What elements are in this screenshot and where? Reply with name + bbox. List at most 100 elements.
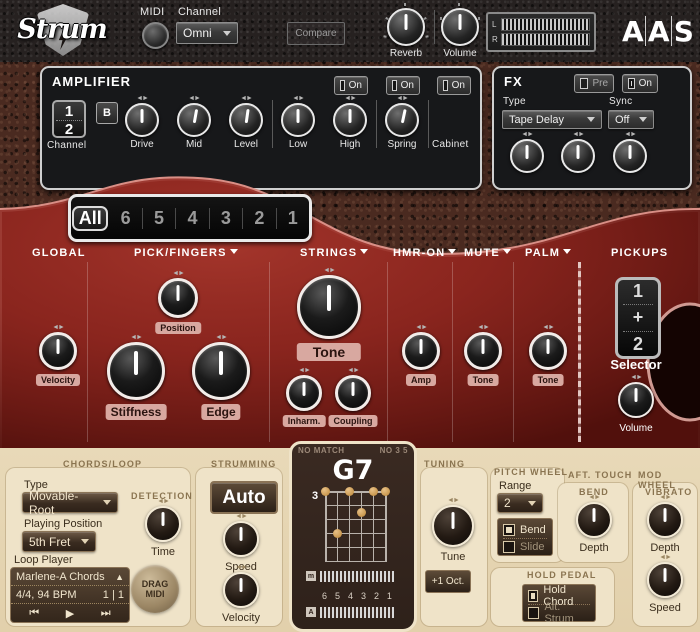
- pitch-bend-option[interactable]: Bend: [503, 522, 547, 538]
- meter-right-label: R: [492, 35, 498, 44]
- string-num-2: 2: [373, 591, 379, 601]
- pitch-range-value: 2: [504, 496, 511, 510]
- octave-up-button[interactable]: +1 Oct.: [425, 570, 471, 593]
- fx-on-toggle[interactable]: On: [622, 74, 658, 93]
- amp-high-label: High: [339, 139, 361, 150]
- playing-position-value: 5th Fret: [29, 534, 71, 549]
- loop-eject-icon[interactable]: ▲: [115, 572, 124, 582]
- compare-button[interactable]: Compare: [287, 22, 345, 45]
- fx-on-label: On: [638, 78, 652, 89]
- playing-position-label: Playing Position: [24, 518, 103, 530]
- string-selector-item-2[interactable]: 2: [243, 207, 277, 229]
- amp-spring-on-toggle[interactable]: On: [386, 76, 420, 95]
- logo-text: Strum: [17, 14, 107, 45]
- checkbox-icon: [528, 607, 540, 619]
- amp-spring-on-label: On: [400, 80, 414, 91]
- string-selector[interactable]: All 6 5 4 3 2 1: [68, 194, 312, 242]
- string-selector-item-5[interactable]: 5: [143, 207, 177, 229]
- divider: [434, 10, 435, 44]
- playing-position-select[interactable]: 5th Fret: [22, 531, 96, 552]
- string-selector-item-3[interactable]: 3: [210, 207, 244, 229]
- chord-type-select[interactable]: Movable-Root: [22, 489, 118, 517]
- fx-pre-toggle[interactable]: Pre: [574, 74, 614, 93]
- pitch-bend-label: Bend: [520, 524, 546, 536]
- chord-display: NO MATCH NO 3 5 G7 3 m 6 5 4 3 2 1 A: [289, 441, 417, 632]
- mod-wheel-speed-label: Speed: [649, 602, 681, 614]
- fx-sync-select[interactable]: Off: [608, 110, 654, 129]
- strumming-auto-button[interactable]: Auto: [210, 481, 278, 514]
- pitch-wheel-title: PITCH WHEEL: [494, 467, 569, 477]
- amp-cabinet-on-label: On: [451, 80, 465, 91]
- divider: [387, 262, 388, 442]
- loop-play-icon[interactable]: ▶: [66, 607, 74, 620]
- checkbox-icon: [503, 541, 515, 553]
- strings-coupling-label: Coupling: [328, 415, 378, 427]
- string-num-3: 3: [360, 591, 366, 601]
- pitch-range-select[interactable]: 2: [497, 493, 543, 513]
- fx-type-label: Type: [503, 96, 526, 107]
- pitch-slide-option[interactable]: Slide: [503, 538, 547, 555]
- divider: [513, 262, 514, 442]
- checkbox-icon: [628, 78, 635, 89]
- string-selector-item-1[interactable]: 1: [277, 208, 309, 229]
- checkbox-icon: [503, 524, 515, 536]
- loop-name: Marlene-A Chords: [16, 570, 105, 583]
- chord-fretboard-diagram: [321, 487, 390, 563]
- chord-no-match-label: NO MATCH: [298, 446, 345, 455]
- chord-start-fret: 3: [312, 490, 319, 502]
- section-header-palm[interactable]: PALM: [525, 247, 572, 259]
- pickup-selector-switch[interactable]: 1 + 2: [615, 277, 661, 359]
- pick-stiffness-label: Stiffness: [105, 404, 167, 420]
- string-selector-item-all[interactable]: All: [72, 205, 109, 231]
- amp-cabinet-label: Cabinet: [432, 139, 469, 150]
- hold-pedal-title: HOLD PEDAL: [527, 570, 597, 580]
- chord-dot: [345, 487, 354, 496]
- fx-title: FX: [504, 74, 523, 89]
- master-reverb-label: Reverb: [389, 48, 423, 59]
- amp-eq-on-toggle[interactable]: On: [334, 76, 368, 95]
- knob-arrows-icon: ◄►: [323, 267, 336, 274]
- amp-channel-switch[interactable]: 1 2: [52, 100, 86, 138]
- knob-arrows-icon: ◄►: [396, 95, 409, 102]
- pitch-range-label: Range: [499, 480, 532, 492]
- section-header-hmr-on[interactable]: HMR-ON: [393, 247, 457, 259]
- knob-arrows-icon: ◄►: [477, 324, 490, 331]
- amp-channel-1: 1: [64, 103, 74, 120]
- midi-channel-value: Omni: [183, 26, 212, 40]
- amp-channel-2: 2: [64, 121, 74, 138]
- divider: [428, 100, 429, 148]
- string-num-5: 5: [334, 591, 340, 601]
- pitch-mode-group[interactable]: Bend Slide: [497, 518, 553, 556]
- alt-strum-option[interactable]: Alt. Strum: [528, 601, 590, 625]
- midi-channel-select[interactable]: Omni: [176, 22, 238, 44]
- tuning-knob-label: Tune: [440, 551, 466, 563]
- knob-arrows-icon: ◄►: [235, 564, 248, 571]
- drag-midi-line2: MIDI: [145, 589, 165, 599]
- hold-pedal-group[interactable]: Hold Chord Alt. Strum: [522, 584, 596, 625]
- meter-a-label: A: [306, 607, 316, 617]
- amplifier-title: AMPLIFIER: [52, 74, 132, 89]
- loop-transport-row[interactable]: ⏮ ▶ ⏭: [11, 604, 129, 622]
- knob-arrows-icon: ◄►: [215, 334, 228, 341]
- aftertouch-depth-label: Depth: [579, 542, 609, 554]
- knob-arrows-icon: ◄►: [624, 131, 637, 138]
- divider: [87, 262, 88, 442]
- pickup-volume-label: Volume: [619, 423, 653, 434]
- section-header-strings[interactable]: STRINGS: [300, 247, 369, 259]
- amp-b-button[interactable]: B: [96, 102, 118, 124]
- section-header-mute[interactable]: MUTE: [464, 247, 511, 259]
- string-selector-item-6[interactable]: 6: [109, 207, 143, 229]
- section-header-pick-fingers[interactable]: PICK/FINGERS: [134, 247, 238, 259]
- knob-arrows-icon: ◄►: [188, 95, 201, 102]
- string-selector-item-4[interactable]: 4: [176, 207, 210, 229]
- amp-cabinet-on-toggle[interactable]: On: [437, 76, 471, 95]
- fx-type-select[interactable]: Tape Delay: [502, 110, 602, 129]
- fx-type-value: Tape Delay: [509, 113, 565, 126]
- knob-arrows-icon: ◄►: [542, 324, 555, 331]
- loop-name-row[interactable]: Marlene-A Chords ▲: [11, 568, 129, 586]
- loop-player[interactable]: Marlene-A Chords ▲ 4/4, 94 BPM 1 | 1 ⏮ ▶…: [10, 567, 130, 623]
- loop-next-icon[interactable]: ⏭: [101, 607, 111, 620]
- meter-left-label: L: [492, 20, 497, 29]
- loop-prev-icon[interactable]: ⏮: [29, 607, 39, 620]
- drag-midi-button[interactable]: DRAG MIDI: [131, 565, 179, 613]
